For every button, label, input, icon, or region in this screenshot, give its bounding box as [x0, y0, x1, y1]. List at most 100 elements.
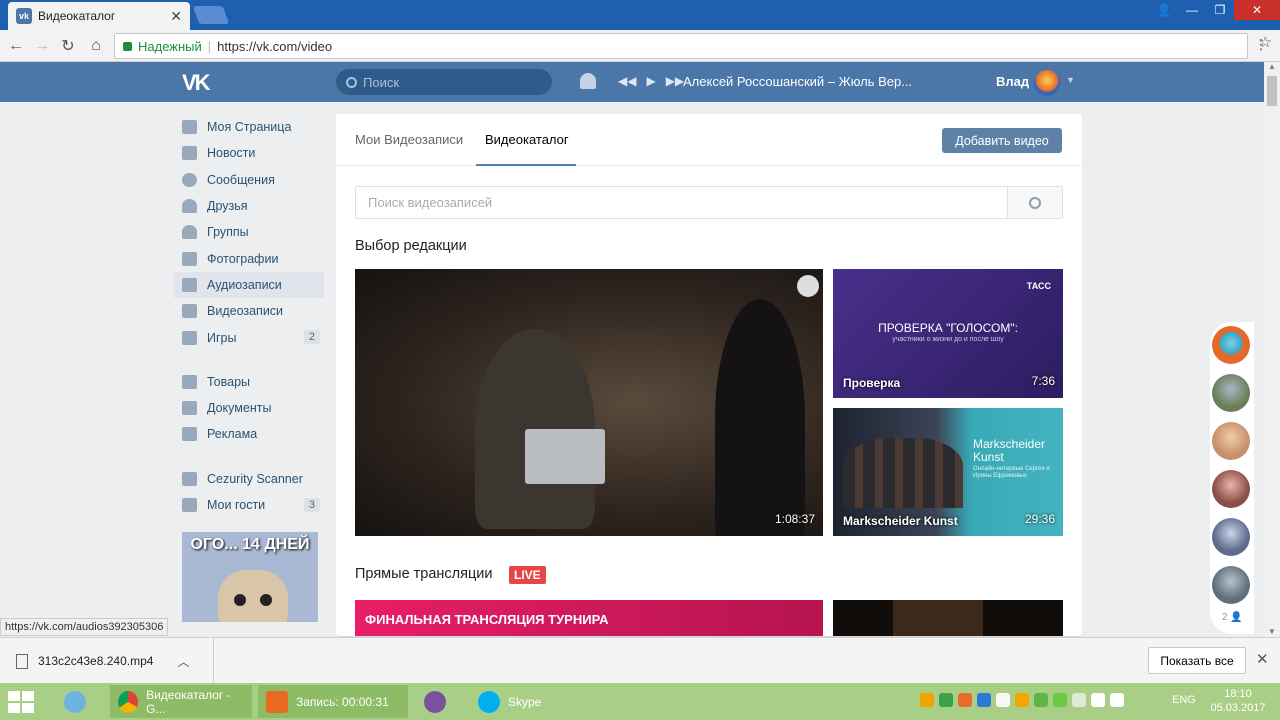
forward-icon[interactable]: → — [32, 36, 52, 56]
tray-icon[interactable] — [958, 693, 972, 707]
tray-icon[interactable] — [1072, 693, 1086, 707]
close-download-bar-icon[interactable]: ✕ — [1256, 650, 1269, 668]
friend-avatar[interactable] — [1212, 470, 1250, 508]
vk-logo[interactable]: VK — [182, 70, 214, 95]
promo-text: ОГО... 14 ДНЕЙ — [190, 536, 310, 553]
network-icon[interactable] — [1091, 693, 1105, 707]
menu-item-documents[interactable]: Документы — [174, 395, 324, 421]
menu-item-my-page[interactable]: Моя Страница — [174, 114, 324, 140]
tray-icon[interactable] — [939, 693, 953, 707]
tab-close-icon[interactable]: ✕ — [170, 8, 182, 25]
page-scrollbar[interactable]: ▲ ▼ — [1264, 62, 1280, 636]
tray-icon[interactable] — [1034, 693, 1048, 707]
tab-my-videos[interactable]: Мои Видеозаписи — [355, 132, 463, 147]
new-tab-button[interactable] — [192, 6, 230, 24]
user-name[interactable]: Влад — [996, 74, 1029, 89]
thumbnail-art-subtitle: Онлайн-интервью Сергея и Ирины Ефремовых — [973, 466, 1050, 479]
menu-item-cezurity[interactable]: Cezurity Scanner — [174, 466, 324, 492]
omnibox[interactable]: Надежный | https://vk.com/video — [114, 33, 1248, 59]
video-duration: 7:36 — [1031, 374, 1055, 388]
menu-item-audio[interactable]: Аудиозаписи — [174, 271, 324, 299]
chevron-up-icon[interactable]: ︿ — [177, 653, 189, 670]
back-icon[interactable]: ← — [6, 36, 26, 56]
notifications-bell-icon[interactable] — [580, 73, 596, 89]
user-avatar[interactable] — [1034, 70, 1060, 96]
taskbar-skype[interactable]: Skype — [470, 685, 570, 718]
play-icon[interactable]: ▶ — [646, 74, 655, 88]
browser-tab[interactable]: vk Видеокаталог ✕ — [8, 2, 190, 30]
live-badge: LIVE — [509, 566, 546, 584]
menu-item-games[interactable]: Игры 2 — [174, 324, 324, 350]
friends-quick-panel: 2 👤 — [1210, 322, 1254, 634]
chevron-down-icon[interactable]: ▼ — [1066, 75, 1075, 85]
menu-item-video[interactable]: Видеозаписи — [174, 298, 324, 324]
video-duration: 29:36 — [1024, 512, 1055, 526]
download-item[interactable]: 313c2c43e8.240.mp4 ︿ — [16, 638, 214, 684]
live-stream-thumbnail[interactable]: ФИНАЛЬНАЯ ТРАНСЛЯЦИЯ ТУРНИРА — [355, 600, 823, 636]
vk-search-input[interactable]: Поиск — [336, 69, 552, 95]
windows-start-icon[interactable] — [8, 691, 34, 713]
friends-online-count[interactable]: 2 👤 — [1222, 612, 1243, 623]
current-track[interactable]: Алексей Россошанский – Жюль Вер... — [683, 74, 912, 89]
system-clock[interactable]: 18:10 05.03.2017 — [1210, 687, 1266, 715]
menu-item-ads[interactable]: Реклама — [174, 421, 324, 447]
menu-item-goods[interactable]: Товары — [174, 369, 324, 395]
live-stream-thumbnail[interactable] — [833, 600, 1063, 636]
friend-avatar[interactable] — [1212, 566, 1250, 604]
browser-menu-icon[interactable]: ⋮ — [1254, 36, 1268, 53]
maximize-button[interactable]: ❐ — [1206, 0, 1234, 20]
video-search-button[interactable] — [1007, 187, 1062, 218]
close-window-button[interactable]: ✕ — [1234, 0, 1280, 20]
menu-item-messages[interactable]: Сообщения — [174, 167, 324, 193]
tray-icon[interactable] — [1053, 693, 1067, 707]
taskbar-chrome[interactable]: Видеокаталог - G... — [110, 685, 252, 718]
video-scene-person — [715, 299, 805, 536]
video-search-input[interactable] — [356, 187, 1007, 218]
friend-avatar[interactable] — [1212, 374, 1250, 412]
add-video-button[interactable]: Добавить видео — [942, 128, 1062, 153]
music-icon — [182, 277, 197, 292]
tab-video-catalog[interactable]: Видеокаталог — [485, 132, 569, 147]
scroll-up-icon[interactable]: ▲ — [1268, 62, 1276, 71]
profile-icon[interactable]: 👤 — [1150, 0, 1178, 20]
scrollbar-thumb[interactable] — [1267, 76, 1277, 106]
tray-icon[interactable] — [977, 693, 991, 707]
taskbar-recorder[interactable]: Запись: 00:00:31 — [258, 685, 408, 718]
next-track-icon[interactable]: ▶▶ — [666, 74, 684, 88]
taskbar-viber[interactable] — [416, 685, 460, 718]
video-thumbnail-proverka[interactable]: ТАСС ПРОВЕРКА "ГОЛОСОМ": участники о жиз… — [833, 269, 1063, 398]
tray-icon[interactable] — [996, 693, 1010, 707]
friend-avatar[interactable] — [1212, 326, 1250, 364]
menu-item-news[interactable]: Новости — [174, 140, 324, 166]
menu-item-label: Моя Страница — [207, 120, 292, 135]
menu-item-groups[interactable]: Группы — [174, 219, 324, 245]
volume-icon[interactable] — [1110, 693, 1124, 707]
show-all-downloads-button[interactable]: Показать все — [1148, 647, 1246, 674]
menu-item-label: Группы — [207, 225, 249, 240]
status-url: https://vk.com/audios392305306 — [0, 618, 169, 636]
thumbnail-crowd-image — [843, 438, 963, 508]
menu-item-photos[interactable]: Фотографии — [174, 245, 324, 271]
menu-item-friends[interactable]: Друзья — [174, 193, 324, 219]
video-title: Markscheider Kunst — [843, 514, 958, 528]
previous-track-icon[interactable]: ◀◀ — [618, 74, 636, 88]
promo-banner[interactable]: ОГО... 14 ДНЕЙ — [182, 532, 318, 622]
minimize-button[interactable]: — — [1178, 0, 1206, 20]
audio-player-controls: ◀◀ ▶ ▶▶ — [618, 74, 684, 88]
scroll-down-icon[interactable]: ▼ — [1268, 627, 1276, 636]
language-indicator[interactable]: ENG — [1172, 694, 1196, 706]
taskbar-app[interactable] — [56, 685, 96, 718]
menu-item-guests[interactable]: Мои гости 3 — [174, 492, 324, 518]
vk-favicon-icon: vk — [16, 8, 32, 24]
friend-avatar[interactable] — [1212, 518, 1250, 556]
video-thumbnail-markscheider[interactable]: Markscheider Kunst Онлайн-интервью Серге… — [833, 408, 1063, 536]
tray-icon[interactable] — [1015, 693, 1029, 707]
friend-avatar[interactable] — [1212, 422, 1250, 460]
windows-taskbar: Видеокаталог - G... Запись: 00:00:31 Sky… — [0, 683, 1280, 720]
search-icon — [1029, 196, 1041, 209]
url-text[interactable]: https://vk.com/video — [217, 39, 332, 54]
tray-icon[interactable] — [920, 693, 934, 707]
home-icon[interactable]: ⌂ — [86, 36, 106, 56]
video-thumbnail-main[interactable]: 1:08:37 — [355, 269, 823, 536]
reload-icon[interactable]: ↻ — [58, 36, 78, 56]
